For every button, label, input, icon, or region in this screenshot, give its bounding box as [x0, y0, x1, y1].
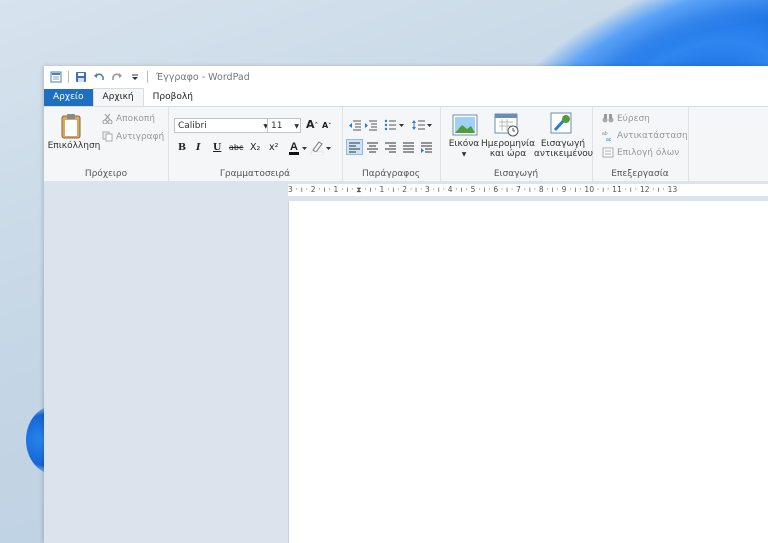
- increase-indent-icon: [365, 120, 377, 131]
- svg-text:A: A: [290, 141, 298, 153]
- insert-picture-button[interactable]: [452, 114, 478, 139]
- paste-label: Επικόλληση: [47, 141, 101, 151]
- insert-object-icon: [550, 112, 572, 134]
- picture-label-text: Εικόνα: [448, 139, 480, 149]
- title-bar: Έγγραφο - WordPad: [44, 66, 768, 88]
- editing-group-label: Επεξεργασία: [611, 169, 669, 179]
- line-spacing-button[interactable]: [412, 119, 434, 134]
- paste-button[interactable]: [60, 113, 86, 141]
- wordpad-window: Έγγραφο - WordPad Αρχείο Αρχική Προβολή …: [44, 66, 768, 543]
- insert-datetime-button[interactable]: [494, 113, 520, 140]
- select-all-icon: [602, 147, 614, 158]
- calendar-clock-icon: [494, 113, 519, 137]
- italic-button[interactable]: I: [196, 142, 200, 153]
- insert-group-label: Εισαγωγή: [493, 169, 539, 179]
- horizontal-ruler[interactable]: 3 · ı · 2 · ı · 1 · ı · ⧗ · ı · 1 · ı · …: [288, 184, 768, 196]
- font-family-value: Calibri: [178, 121, 207, 131]
- ribbon-tabs: Αρχείο Αρχική Προβολή: [44, 88, 768, 106]
- picture-icon: [452, 114, 478, 136]
- datetime-label-line2: και ώρα: [489, 149, 527, 159]
- binoculars-icon: [602, 114, 614, 123]
- clipboard-group-label: Πρόχειρο: [84, 169, 128, 179]
- insert-object-button[interactable]: [550, 112, 574, 139]
- document-area: [44, 201, 768, 543]
- font-size-select[interactable]: 11 ▼: [267, 118, 301, 133]
- align-left-icon: [349, 142, 360, 153]
- cut-button[interactable]: Αποκοπή: [102, 113, 155, 124]
- save-icon[interactable]: [75, 71, 87, 83]
- bullets-button[interactable]: [384, 119, 406, 134]
- datetime-label-line1: Ημερομηνία: [480, 139, 535, 149]
- chevron-down-icon: ▼: [294, 123, 299, 130]
- paste-icon: [61, 114, 81, 139]
- underline-button[interactable]: U: [213, 142, 221, 153]
- subscript-button[interactable]: X₂: [250, 142, 260, 153]
- replace-icon: abac: [602, 131, 612, 141]
- highlighter-icon: [310, 141, 331, 156]
- copy-label: Αντιγραφή: [116, 131, 165, 142]
- bullet-list-icon: [384, 119, 404, 131]
- wordpad-app-icon[interactable]: [50, 71, 62, 83]
- copy-icon: [102, 131, 113, 142]
- group-editing: Εύρεση ab ac Αντικατάσταση Επιλογή όλων Ε…: [592, 107, 689, 181]
- justify-button[interactable]: [402, 141, 415, 156]
- increase-indent-button[interactable]: [364, 119, 378, 134]
- highlight-color-button[interactable]: [310, 139, 332, 158]
- undo-icon[interactable]: [93, 71, 105, 83]
- align-center-icon: [367, 142, 378, 153]
- document-page[interactable]: [288, 201, 768, 543]
- grow-font-button[interactable]: Aˆ: [306, 118, 318, 131]
- justify-icon: [403, 142, 414, 153]
- shrink-font-button[interactable]: Aˇ: [322, 121, 331, 130]
- object-label-line1: Εισαγωγή: [540, 139, 586, 149]
- redo-icon[interactable]: [111, 71, 123, 83]
- strikethrough-button[interactable]: abc: [229, 143, 243, 152]
- copy-button[interactable]: Αντιγραφή: [102, 131, 164, 142]
- replace-label: Αντικατάσταση: [617, 130, 688, 141]
- find-button[interactable]: Εύρεση: [602, 113, 650, 124]
- tab-view[interactable]: Προβολή: [144, 89, 202, 106]
- replace-button[interactable]: ab ac Αντικατάσταση: [602, 130, 688, 142]
- font-color-button[interactable]: A: [288, 139, 308, 158]
- find-label: Εύρεση: [617, 113, 650, 124]
- paragraph-group-label: Παράγραφος: [361, 169, 421, 179]
- tab-file[interactable]: Αρχείο: [44, 89, 93, 106]
- select-all-label: Επιλογή όλων: [617, 147, 680, 158]
- divider: [68, 71, 69, 83]
- tab-home[interactable]: Αρχική: [92, 88, 144, 106]
- customize-toolbar-icon[interactable]: [129, 71, 141, 83]
- chevron-down-icon: ▼: [461, 151, 467, 158]
- group-insert: Εικόνα ▼ Ημερομηνία και ώρα Εισαγωγή αντ…: [440, 107, 593, 181]
- group-paragraph: Παράγραφος: [342, 107, 441, 181]
- ruler-area: 3 · ı · 2 · ı · 1 · ı · ⧗ · ı · 1 · ı · …: [44, 181, 768, 201]
- font-group-label: Γραμματοσειρά: [219, 169, 291, 179]
- ruler-markings: 3 · ı · 2 · ı · 1 · ı · ⧗ · ı · 1 · ı · …: [288, 185, 678, 194]
- font-color-icon: A: [289, 141, 307, 155]
- insert-datetime-label: Ημερομηνία και ώρα: [480, 139, 536, 159]
- align-right-button[interactable]: [384, 141, 397, 156]
- align-right-icon: [385, 142, 396, 153]
- superscript-button[interactable]: x²: [269, 142, 278, 153]
- object-label-line2: αντικειμένου: [534, 149, 593, 159]
- window-title: Έγγραφο - WordPad: [156, 71, 250, 83]
- select-all-button[interactable]: Επιλογή όλων: [602, 147, 679, 158]
- decrease-indent-button[interactable]: [348, 119, 362, 134]
- svg-text:ac: ac: [606, 137, 612, 141]
- paragraph-icon: [421, 142, 432, 153]
- font-size-value: 11: [271, 121, 283, 131]
- decrease-indent-icon: [349, 120, 361, 131]
- bold-button[interactable]: B: [178, 142, 186, 153]
- group-clipboard: Επικόλληση Αποκοπή Αντιγραφή Πρόχειρο: [44, 107, 169, 181]
- insert-object-label: Εισαγωγή αντικειμένου: [534, 139, 593, 159]
- divider: [147, 71, 148, 83]
- line-spacing-icon: [412, 120, 432, 130]
- group-font: Calibri ▼ 11 ▼ Aˆ Aˇ B I U abc X₂ x² A Γ…: [168, 107, 343, 181]
- font-family-select[interactable]: Calibri ▼: [174, 118, 270, 133]
- paragraph-settings-button[interactable]: [420, 141, 433, 156]
- align-left-button[interactable]: [346, 139, 363, 155]
- cut-label: Αποκοπή: [116, 113, 156, 124]
- scissors-icon: [102, 113, 113, 124]
- align-center-button[interactable]: [366, 141, 379, 156]
- ribbon: Επικόλληση Αποκοπή Αντιγραφή Πρόχειρο Ca…: [44, 106, 768, 182]
